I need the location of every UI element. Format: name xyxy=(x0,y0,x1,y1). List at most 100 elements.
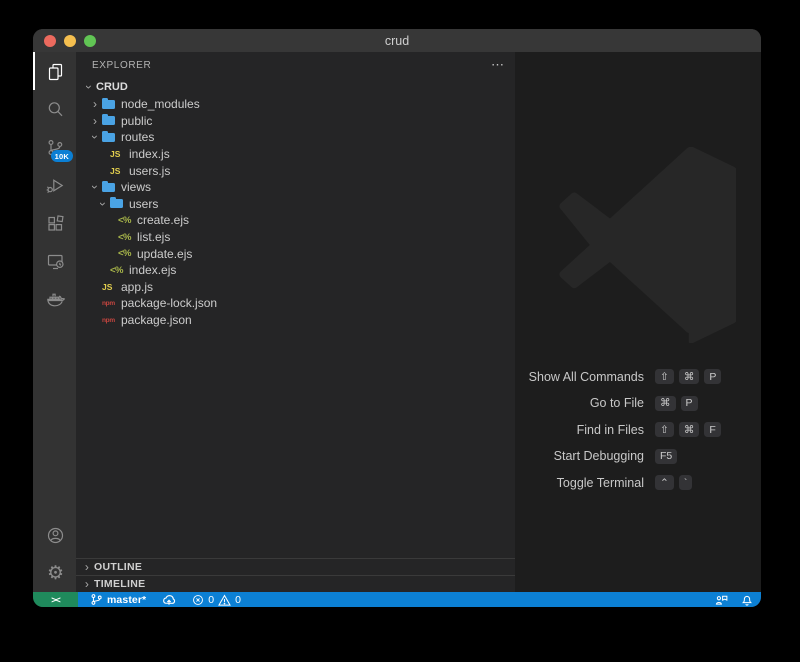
tree-item-routes[interactable]: ›routes xyxy=(76,129,515,146)
sidebar-section-timeline[interactable]: ›TIMELINE xyxy=(76,575,515,592)
notifications-button[interactable] xyxy=(741,593,753,606)
activity-bar-item-search[interactable] xyxy=(33,90,76,128)
activity-bar-item-remote-explorer[interactable] xyxy=(33,242,76,280)
twistie-chevron-icon: › xyxy=(88,131,102,143)
tree-item-create-ejs[interactable]: <%create.ejs xyxy=(76,212,515,229)
cloud-upload-icon xyxy=(162,594,176,606)
tree-item-update-ejs[interactable]: <%update.ejs xyxy=(76,245,515,262)
warning-icon xyxy=(218,594,231,606)
explorer-header: EXPLORER ⋯ xyxy=(76,52,515,78)
tree-item-index-ejs[interactable]: <%index.ejs xyxy=(76,262,515,279)
twistie-chevron-icon: › xyxy=(88,98,102,110)
bell-icon xyxy=(741,593,753,606)
js-file-icon: JS xyxy=(110,166,129,176)
account-icon xyxy=(45,525,66,546)
shortcut-row: Start DebuggingF5 xyxy=(515,448,761,465)
shortcut-label: Find in Files xyxy=(515,423,655,437)
status-bar-main: master* 0 0 xyxy=(78,592,761,607)
search-icon xyxy=(45,99,66,120)
shortcut-label: Go to File xyxy=(515,396,655,410)
publish-changes-button[interactable] xyxy=(162,594,176,606)
tree-item-label: CRUD xyxy=(96,81,128,93)
tree-item-users[interactable]: ›users xyxy=(76,196,515,213)
folder-icon xyxy=(110,199,129,208)
branch-name: master* xyxy=(107,594,146,606)
tree-item-label: package.json xyxy=(121,313,192,327)
tree-item-index-js[interactable]: JSindex.js xyxy=(76,146,515,163)
keycap: ⌃ xyxy=(655,475,674,490)
tree-item-public[interactable]: ›public xyxy=(76,113,515,130)
tree-root-folder[interactable]: ›CRUD xyxy=(76,78,515,96)
keycap: F5 xyxy=(655,449,677,464)
ejs-file-icon: <% xyxy=(118,232,137,243)
shortcut-keys: ⌃` xyxy=(655,475,692,490)
shortcut-row: Go to File⌘P xyxy=(515,395,761,412)
title-bar: crud xyxy=(33,29,761,52)
folder-icon xyxy=(102,116,121,125)
activity-bar-spacer xyxy=(33,318,76,516)
vscode-logo-watermark xyxy=(540,147,736,343)
tree-item-label: node_modules xyxy=(121,97,200,111)
activity-bar-item-settings[interactable]: ⚙ xyxy=(33,554,76,592)
tree-item-node-modules[interactable]: › node_modules xyxy=(76,96,515,113)
vscode-window: crud 10K ⚙ EXPLORER ⋯ ›CRUD›node_modules… xyxy=(33,29,761,607)
debug-icon xyxy=(45,175,66,196)
tree-item-label: index.ejs xyxy=(129,263,176,277)
tree-item-label: index.js xyxy=(129,147,170,161)
problems-status-item[interactable]: 0 0 xyxy=(192,594,241,606)
folder-icon xyxy=(102,100,121,109)
tree-item-users-js[interactable]: JSusers.js xyxy=(76,162,515,179)
section-label: OUTLINE xyxy=(94,561,142,573)
tree-item-package-lock-json[interactable]: npmpackage-lock.json xyxy=(76,295,515,312)
explorer-sidebar: EXPLORER ⋯ ›CRUD›node_modules›public›rou… xyxy=(76,52,515,592)
folder-icon xyxy=(102,183,121,192)
tree-item-package-json[interactable]: npmpackage.json xyxy=(76,312,515,329)
folder-icon xyxy=(102,133,121,142)
shortcut-keys: F5 xyxy=(655,449,677,464)
status-bar-right xyxy=(715,593,753,606)
keycap: ⇧ xyxy=(655,422,674,437)
error-count: 0 xyxy=(208,594,214,606)
npm-file-icon: npm xyxy=(102,300,121,307)
js-file-icon: JS xyxy=(110,149,129,159)
activity-bar-item-explorer[interactable] xyxy=(33,52,76,90)
tree-item-list-ejs[interactable]: <%list.ejs xyxy=(76,229,515,246)
activity-bar-item-extensions[interactable] xyxy=(33,204,76,242)
activity-bar-bottom-items: ⚙ xyxy=(33,516,76,592)
keyboard-shortcut-hints: Show All Commands⇧⌘P Go to File⌘P Find in … xyxy=(515,368,761,501)
js-file-icon: JS xyxy=(102,282,121,292)
file-tree: ›CRUD›node_modules›public›routesJSindex.… xyxy=(76,78,515,558)
more-actions-icon[interactable]: ⋯ xyxy=(491,60,505,70)
shortcut-row: Find in Files⇧⌘F xyxy=(515,421,761,438)
ejs-file-icon: <% xyxy=(118,248,137,259)
screenshot-stage: crud 10K ⚙ EXPLORER ⋯ ›CRUD›node_modules… xyxy=(0,0,800,662)
activity-bar-item-accounts[interactable] xyxy=(33,516,76,554)
activity-bar-item-docker[interactable] xyxy=(33,280,76,318)
keycap: ` xyxy=(679,475,693,490)
sidebar-sections: ›OUTLINE›TIMELINE xyxy=(76,558,515,592)
ejs-file-icon: <% xyxy=(110,265,129,276)
tree-item-label: update.ejs xyxy=(137,247,192,261)
branch-status-item[interactable]: master* xyxy=(90,593,146,606)
twistie-chevron-icon: › xyxy=(88,115,102,127)
feedback-button[interactable] xyxy=(715,594,728,606)
shortcut-row: Toggle Terminal⌃` xyxy=(515,474,761,491)
activity-bar-item-source-control[interactable]: 10K xyxy=(33,128,76,166)
twistie-chevron-icon: › xyxy=(80,561,94,573)
sidebar-section-outline[interactable]: ›OUTLINE xyxy=(76,558,515,575)
remote-indicator-button[interactable]: >< xyxy=(33,592,78,607)
tree-item-app-js[interactable]: JSapp.js xyxy=(76,279,515,296)
keycap: ⌘ xyxy=(679,422,700,437)
twistie-chevron-icon: › xyxy=(96,198,110,210)
tree-item-views[interactable]: ›views xyxy=(76,179,515,196)
ejs-file-icon: <% xyxy=(118,215,137,226)
workbench: 10K ⚙ EXPLORER ⋯ ›CRUD›node_modules›publ… xyxy=(33,52,761,592)
shortcut-row: Show All Commands⇧⌘P xyxy=(515,368,761,385)
activity-bar: 10K ⚙ xyxy=(33,52,76,592)
status-bar: >< master* xyxy=(33,592,761,607)
tree-item-label: users.js xyxy=(129,164,170,178)
feedback-icon xyxy=(715,594,728,606)
docker-icon xyxy=(45,289,66,310)
activity-bar-item-run-debug[interactable] xyxy=(33,166,76,204)
git-branch-icon xyxy=(90,593,103,606)
